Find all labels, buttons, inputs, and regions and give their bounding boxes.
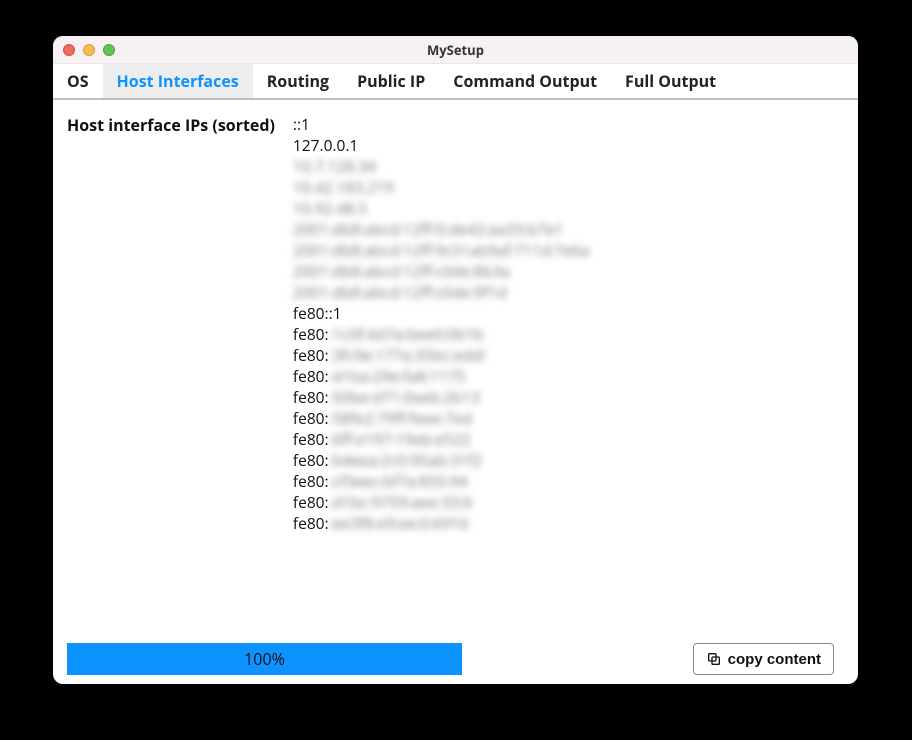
close-icon[interactable] bbox=[63, 44, 75, 56]
ip-line: fe80::58fe2:79ff:feee:7ed bbox=[293, 408, 590, 429]
tab-os[interactable]: OS bbox=[53, 64, 103, 98]
tab-full-output[interactable]: Full Output bbox=[611, 64, 730, 98]
tab-command-output[interactable]: Command Output bbox=[439, 64, 611, 98]
ip-line: 10.42.183.219 bbox=[293, 177, 590, 198]
ip-line: fe80::1c0f:4d7a:bee0:0b1b bbox=[293, 324, 590, 345]
tab-public-ip[interactable]: Public IP bbox=[343, 64, 439, 98]
ip-line: 127.0.0.1 bbox=[293, 135, 590, 156]
app-window: MySetup OSHost InterfacesRoutingPublic I… bbox=[53, 36, 858, 684]
tabbar: OSHost InterfacesRoutingPublic IPCommand… bbox=[53, 64, 858, 100]
copy-content-label: copy content bbox=[728, 651, 821, 668]
ip-line: fe80::50be:d71:0eeb:2b13 bbox=[293, 387, 590, 408]
ip-line: fe80::ee3f8:e9:ee:0:6916 bbox=[293, 513, 590, 534]
ip-line: 2001:db8:abcd:12ff:c0de:9f1d bbox=[293, 282, 590, 303]
ip-line: fe80::6ff:e197:19eb:e522 bbox=[293, 429, 590, 450]
titlebar: MySetup bbox=[53, 36, 858, 64]
ip-line: fe80::b4eea:2c0:95ab:31f2 bbox=[293, 450, 590, 471]
tab-host-interfaces[interactable]: Host Interfaces bbox=[103, 64, 253, 98]
copy-content-button[interactable]: copy content bbox=[693, 643, 834, 675]
ip-line: 10.92.48.5 bbox=[293, 198, 590, 219]
ip-line: fe80::1 bbox=[293, 303, 590, 324]
progress-bar: 100% bbox=[67, 643, 462, 675]
footer: 100% copy content bbox=[67, 644, 844, 684]
maximize-icon[interactable] bbox=[103, 44, 115, 56]
window-title: MySetup bbox=[53, 41, 858, 59]
ip-line: fe80::d1bc:9759:aee:33:6 bbox=[293, 492, 590, 513]
traffic-lights bbox=[53, 44, 115, 56]
ip-line: ::1 bbox=[293, 114, 590, 135]
ip-line: fe80::cf3eec:bf7a:855:94 bbox=[293, 471, 590, 492]
content-area: Host interface IPs (sorted) ::1127.0.0.1… bbox=[53, 100, 858, 684]
ip-line: fe80::3fc9e:177a:35bc:edd! bbox=[293, 345, 590, 366]
ip-line: fe80::41ba:29e:fa8:1175 bbox=[293, 366, 590, 387]
tab-routing[interactable]: Routing bbox=[253, 64, 343, 98]
progress-text: 100% bbox=[244, 648, 285, 670]
ip-line: 2001:db8:abcd:12ff:c0de:8b3a bbox=[293, 261, 590, 282]
ip-line: 2001:db8:abcd:12ff:0:de42:aa33:b7e1 bbox=[293, 219, 590, 240]
ip-line: 10.7.128.34 bbox=[293, 156, 590, 177]
copy-icon bbox=[706, 651, 722, 667]
minimize-icon[interactable] bbox=[83, 44, 95, 56]
host-interfaces-label: Host interface IPs (sorted) bbox=[67, 114, 275, 534]
ip-list: ::1127.0.0.110.7.128.3410.42.183.21910.9… bbox=[293, 114, 590, 534]
ip-line: 2001:db8:abcd:12ff:9c51ab9af:711d:7e6a bbox=[293, 240, 590, 261]
host-interfaces-row: Host interface IPs (sorted) ::1127.0.0.1… bbox=[67, 114, 844, 534]
